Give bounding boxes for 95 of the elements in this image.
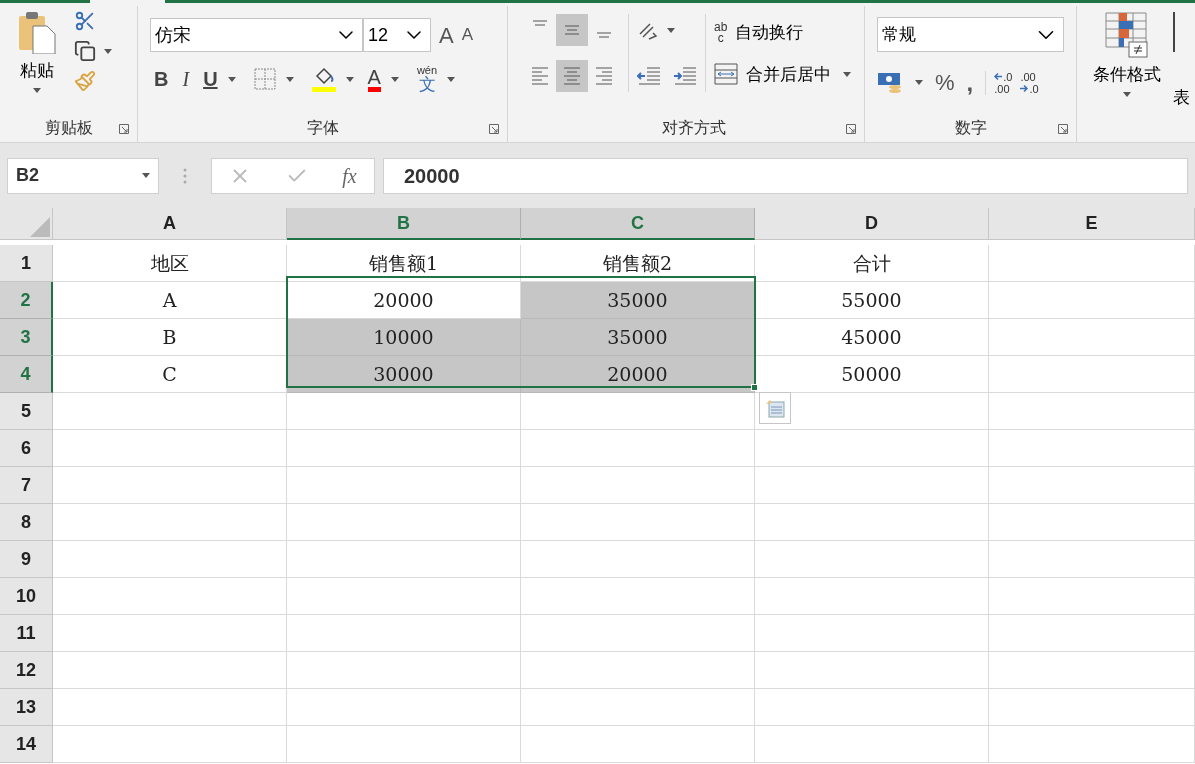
clipboard-icon bbox=[17, 10, 57, 54]
underline-button[interactable]: U bbox=[203, 64, 218, 94]
table-cell: 35000 bbox=[521, 282, 755, 319]
italic-button[interactable]: I bbox=[178, 64, 194, 94]
table-cell: 销售额1 bbox=[287, 245, 521, 282]
align-bottom-icon bbox=[594, 32, 614, 38]
align-right-icon bbox=[594, 67, 614, 85]
decrease-decimal-top[interactable]: .00 bbox=[1020, 70, 1039, 83]
table-cell: 10000 bbox=[287, 319, 521, 356]
arrow-right-icon bbox=[1020, 85, 1029, 92]
align-middle-icon bbox=[562, 25, 582, 35]
font-name-field[interactable]: 仿宋 bbox=[150, 18, 363, 52]
dialog-launcher-icon[interactable] bbox=[1058, 124, 1068, 134]
column-header[interactable]: C bbox=[521, 208, 755, 240]
decrease-indent-icon[interactable] bbox=[637, 64, 661, 87]
conditional-format-icon bbox=[1105, 12, 1149, 58]
grow-font-button[interactable]: A bbox=[439, 18, 454, 52]
table-cell: 45000 bbox=[755, 319, 989, 356]
caret-icon[interactable] bbox=[915, 80, 923, 85]
caret-icon[interactable] bbox=[142, 173, 150, 178]
align-center-icon bbox=[562, 67, 582, 85]
currency-icon[interactable] bbox=[877, 70, 903, 95]
caret-icon[interactable] bbox=[227, 76, 236, 82]
shrink-font-button[interactable]: A bbox=[461, 22, 474, 48]
bold-button[interactable]: B bbox=[154, 64, 169, 94]
group-label: 数字 bbox=[954, 118, 987, 138]
table-cell: 合计 bbox=[755, 245, 989, 282]
conditional-format-button[interactable]: 条件格式 bbox=[1089, 12, 1165, 142]
caret-icon[interactable] bbox=[33, 87, 41, 93]
row-header[interactable]: 1 bbox=[0, 245, 53, 282]
row-header[interactable]: 3 bbox=[0, 319, 53, 356]
row-header[interactable]: 12 bbox=[0, 652, 53, 689]
font-color-button[interactable]: A bbox=[367, 66, 381, 92]
increase-decimal-bottom[interactable]: .00 bbox=[994, 82, 1013, 95]
group-label: 对齐方式 bbox=[662, 118, 726, 138]
phonetic-button[interactable]: wén 文 bbox=[416, 65, 438, 93]
caret-icon[interactable] bbox=[345, 76, 354, 82]
fill-color-icon[interactable] bbox=[311, 66, 336, 92]
table-cell: 50000 bbox=[755, 356, 989, 393]
font-size-field[interactable]: 12 bbox=[363, 18, 431, 52]
group-label: 字体 bbox=[306, 118, 339, 138]
merge-icon bbox=[714, 63, 738, 86]
table-cell: 20000 bbox=[521, 356, 755, 393]
table-format-label[interactable]: 表 bbox=[1173, 84, 1190, 110]
row-header[interactable]: 13 bbox=[0, 689, 53, 726]
dialog-launcher-icon[interactable] bbox=[846, 124, 856, 134]
row-header[interactable]: 14 bbox=[0, 726, 53, 763]
caret-icon[interactable] bbox=[1123, 91, 1131, 97]
caret-icon[interactable] bbox=[843, 71, 851, 77]
column-header[interactable]: B bbox=[287, 208, 521, 240]
caret-icon[interactable] bbox=[667, 28, 675, 33]
column-header[interactable]: E bbox=[989, 208, 1195, 240]
column-header[interactable]: D bbox=[755, 208, 989, 240]
table-cell: 20000 bbox=[287, 282, 521, 319]
align-top-icon bbox=[530, 20, 550, 26]
copy-icon[interactable] bbox=[74, 40, 96, 62]
cut-icon[interactable] bbox=[74, 10, 96, 32]
table-cell: 35000 bbox=[521, 319, 755, 356]
row-header[interactable]: 11 bbox=[0, 615, 53, 652]
merge-center-button[interactable]: 合并后居中 bbox=[714, 61, 831, 87]
row-header[interactable]: 9 bbox=[0, 541, 53, 578]
group-label: 剪贴板 bbox=[44, 118, 93, 138]
fill-handle[interactable] bbox=[751, 384, 758, 391]
row-header[interactable]: 10 bbox=[0, 578, 53, 615]
table-cell: 销售额2 bbox=[521, 245, 755, 282]
caret-icon[interactable] bbox=[285, 76, 294, 82]
comma-button[interactable]: , bbox=[966, 70, 974, 95]
more-icon bbox=[183, 167, 187, 184]
table-cell: 地区 bbox=[53, 245, 287, 282]
table-cell: 30000 bbox=[287, 356, 521, 393]
number-format-field[interactable]: 常规 bbox=[877, 17, 1064, 52]
dialog-launcher-icon[interactable] bbox=[489, 124, 499, 134]
increase-decimal-top[interactable]: .0 bbox=[1003, 70, 1013, 83]
column-header[interactable]: A bbox=[53, 208, 287, 240]
arrow-left-icon bbox=[994, 73, 1003, 80]
name-box[interactable]: B2 bbox=[7, 157, 159, 194]
dialog-launcher-icon[interactable] bbox=[119, 124, 129, 134]
increase-indent-icon[interactable] bbox=[673, 64, 697, 87]
row-header[interactable]: 5 bbox=[0, 393, 53, 430]
quick-analysis-icon bbox=[765, 398, 785, 418]
row-header[interactable]: 7 bbox=[0, 467, 53, 504]
row-header[interactable]: 2 bbox=[0, 282, 53, 319]
decrease-decimal-bottom[interactable]: .0 bbox=[1029, 82, 1039, 95]
percent-button[interactable]: % bbox=[935, 66, 955, 99]
caret-icon[interactable] bbox=[447, 76, 456, 82]
formula-field[interactable]: 20000 bbox=[383, 157, 1188, 194]
paste-button[interactable]: 粘贴 bbox=[12, 10, 62, 114]
caret-icon[interactable] bbox=[390, 76, 399, 82]
row-header[interactable]: 8 bbox=[0, 504, 53, 541]
align-left-icon bbox=[530, 67, 550, 85]
row-header[interactable]: 4 bbox=[0, 356, 53, 393]
caret-icon[interactable] bbox=[104, 48, 112, 54]
row-header[interactable]: 6 bbox=[0, 430, 53, 467]
insert-function-button[interactable]: fx bbox=[342, 160, 357, 191]
table-cell: 55000 bbox=[755, 282, 989, 319]
